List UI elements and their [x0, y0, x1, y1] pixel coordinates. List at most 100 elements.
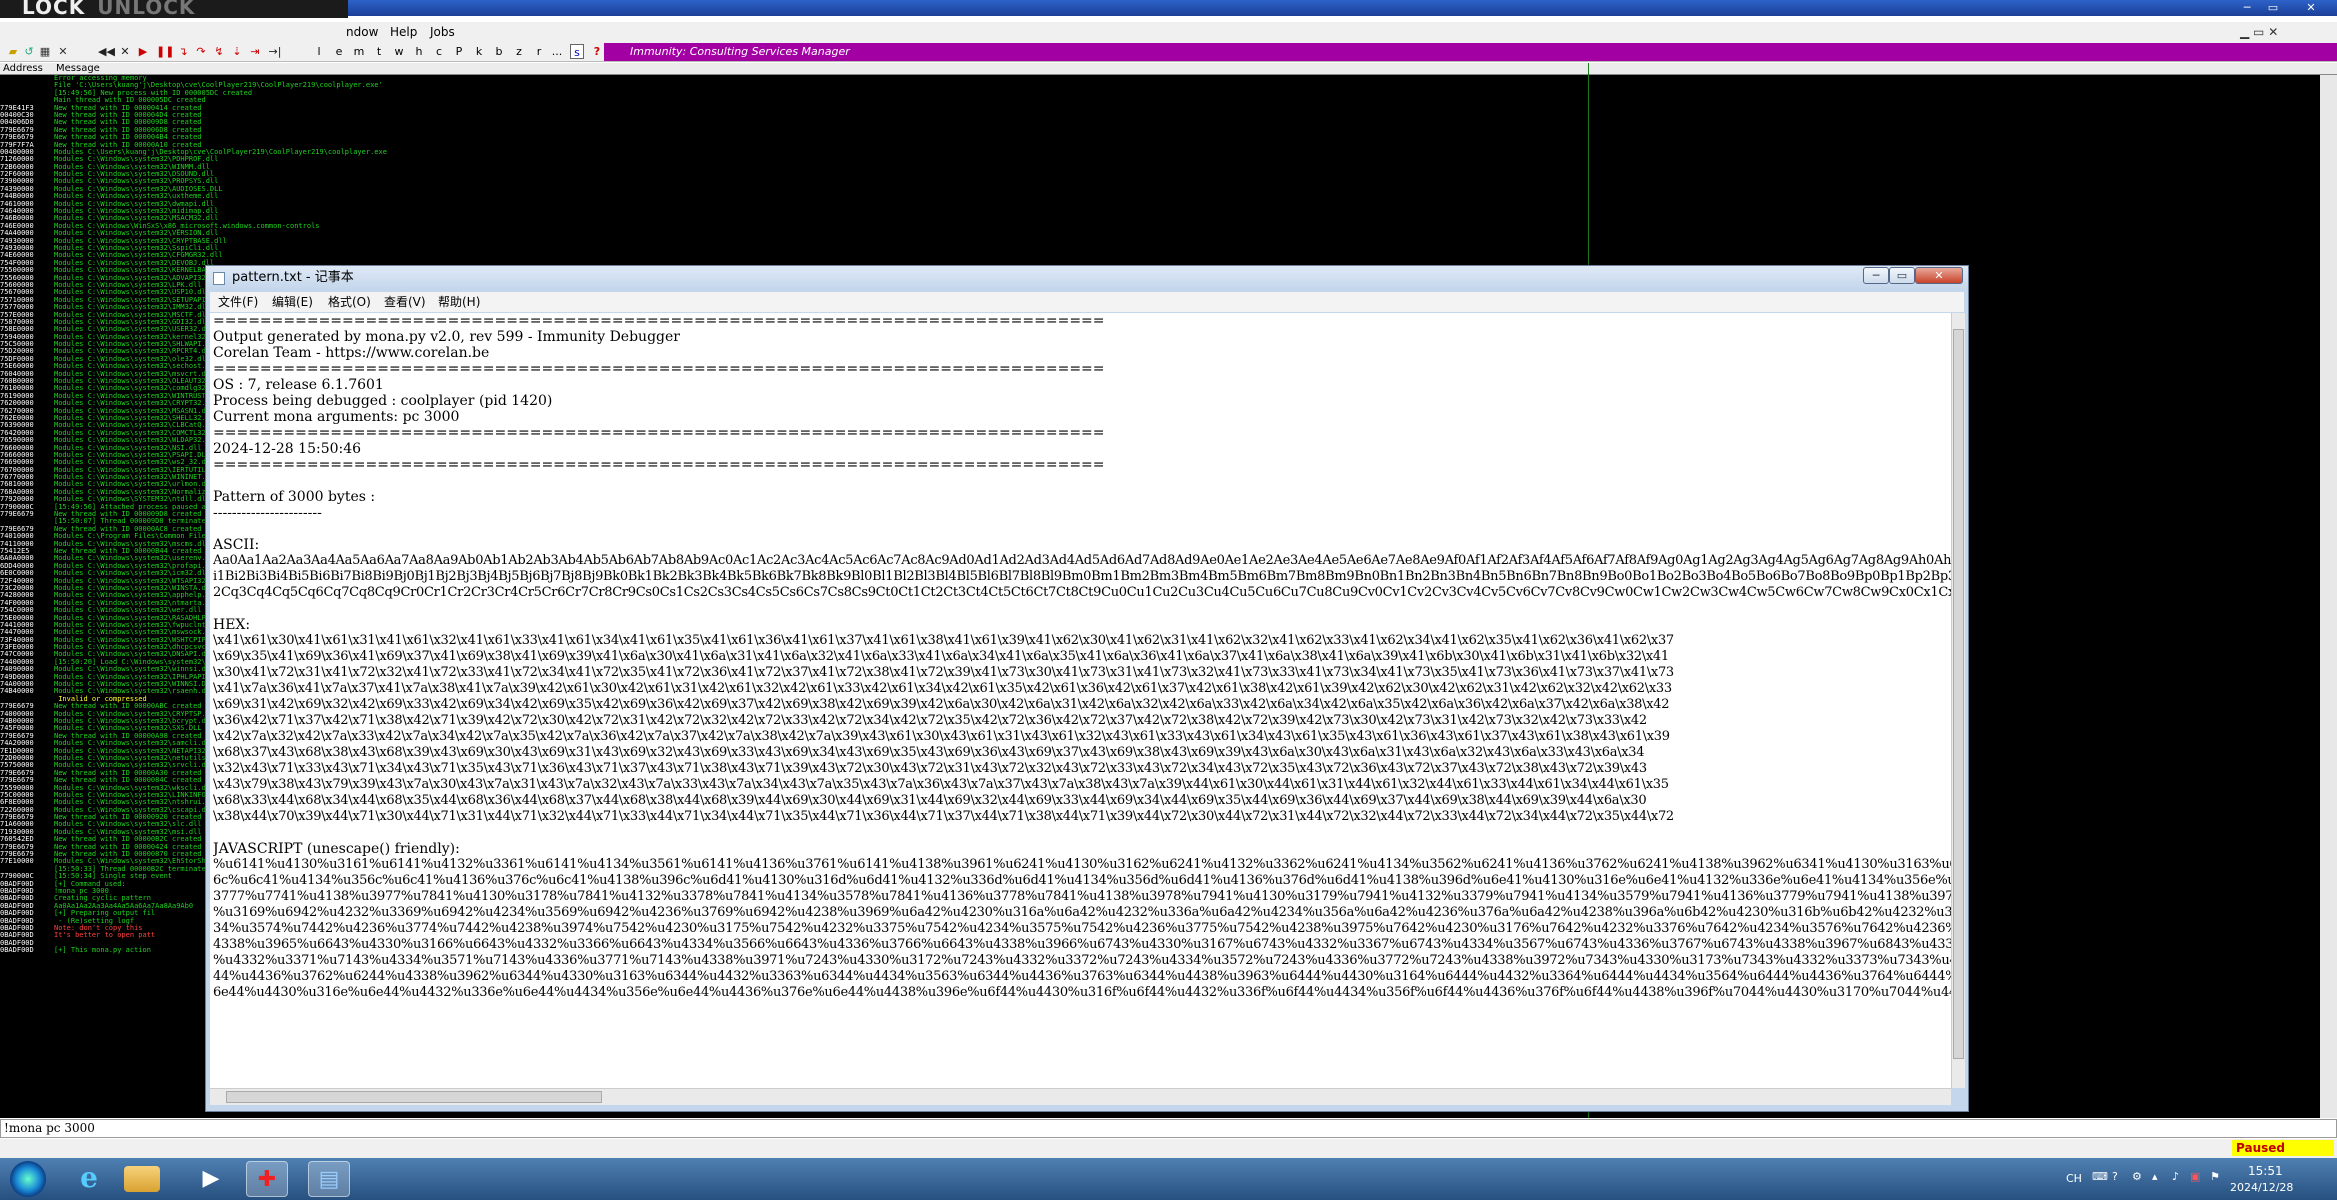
goto-icon[interactable]: →| — [268, 44, 282, 59]
help-icon[interactable]: ? — [2112, 1170, 2118, 1183]
log-row[interactable]: 74610000 Modules C:\Windows\system32\dwma… — [0, 200, 2320, 208]
log-row[interactable]: 74390000 Modules C:\Windows\system32\AUDI… — [0, 185, 2320, 193]
tb-letter-z[interactable]: z — [512, 44, 526, 59]
log-row[interactable]: 72B60000 Modules C:\Windows\system32\WINM… — [0, 163, 2320, 171]
notepad-title: pattern.txt - 记事本 — [232, 270, 354, 285]
log-row[interactable]: 71260000 Modules C:\Windows\system32\PDHP… — [0, 155, 2320, 163]
tb-letter-t[interactable]: t — [372, 44, 386, 59]
notepad-menu-bar: 文件(F) 编辑(E) 格式(O) 查看(V) 帮助(H) — [210, 292, 1964, 312]
log-row[interactable]: 72F60000 Modules C:\Windows\system32\DSOU… — [0, 170, 2320, 178]
notepad-menu-format[interactable]: 格式(O) — [328, 292, 371, 312]
open-icon[interactable]: ▰ — [6, 44, 20, 59]
show-hidden-icon[interactable]: ▴ — [2152, 1170, 2158, 1183]
notepad-text-area[interactable]: ========================================… — [210, 313, 1951, 1088]
notepad-maximize-button[interactable]: ▭ — [1889, 267, 1915, 284]
step-over-icon[interactable]: ↷ — [194, 44, 208, 59]
network-icon[interactable]: ▣ — [2190, 1170, 2200, 1183]
action-center-icon[interactable]: ⚑ — [2210, 1170, 2220, 1183]
log-row[interactable]: 00400C30 New thread with ID 000004D4 crea… — [0, 111, 2320, 119]
notepad-minimize-button[interactable]: ─ — [1863, 267, 1889, 284]
maximize-button[interactable]: ▭ — [2262, 1, 2284, 14]
tiles-icon[interactable]: ▦ — [38, 44, 52, 59]
debugger-taskbar-icon[interactable]: ✚ — [246, 1161, 288, 1197]
command-bar-input[interactable]: !mona pc 3000 — [0, 1119, 2337, 1138]
restart-icon[interactable]: ↺ — [22, 44, 36, 59]
tb-letter-h[interactable]: h — [412, 44, 426, 59]
log-row[interactable]: 779E41F3 New thread with ID 00000414 crea… — [0, 104, 2320, 112]
clock-date[interactable]: 2024/12/28 — [2230, 1181, 2293, 1194]
tb-letter-P[interactable]: P — [452, 44, 466, 59]
log-row[interactable]: File 'C:\Users\kuang'j\Desktop\cve\CoolP… — [0, 82, 2320, 89]
step-into-icon[interactable]: ↴ — [176, 44, 190, 59]
menu-window[interactable]: ndow — [346, 25, 378, 39]
log-row[interactable]: 74A40000 Modules C:\Windows\system32\VERS… — [0, 229, 2320, 237]
notepad-close-button[interactable]: ✕ — [1915, 267, 1963, 284]
log-row[interactable]: Main thread with ID 000005DC created — [0, 96, 2320, 104]
tb-letter-k[interactable]: k — [472, 44, 486, 59]
tb-letter-e[interactable]: e — [332, 44, 346, 59]
log-scrollbar[interactable] — [2320, 75, 2337, 1118]
log-row[interactable]: 746B0000 Modules C:\Windows\system32\MSAC… — [0, 215, 2320, 223]
log-row[interactable]: 74E60000 Modules C:\Windows\system32\CFGM… — [0, 251, 2320, 259]
log-row[interactable]: 74930000 Modules C:\Windows\system32\Sspi… — [0, 244, 2320, 252]
log-row[interactable]: [15:49:56] New process with ID 000005DC … — [0, 89, 2320, 97]
tb-letter-s[interactable]: s — [570, 44, 584, 59]
trace-over-icon[interactable]: ⇣ — [230, 44, 244, 59]
log-row[interactable]: 779E6679 New thread with ID 000004B4 crea… — [0, 133, 2320, 141]
explorer-icon[interactable] — [124, 1166, 160, 1192]
keyboard-icon[interactable]: ⌨ — [2092, 1170, 2108, 1183]
tb-letter-l[interactable]: l — [312, 44, 326, 59]
notepad-menu-help[interactable]: 帮助(H) — [438, 292, 480, 312]
menu-jobs[interactable]: Jobs — [430, 25, 455, 39]
text-line: \x36\x42\x71\x37\x42\x71\x38\x42\x71\x39… — [213, 713, 1647, 728]
text-line: 44%u4436%u3762%u6244%u4338%u3962%u6344%u… — [213, 969, 1951, 984]
scrollbar-thumb[interactable] — [226, 1091, 602, 1103]
log-row[interactable]: 779E6679 New thread with ID 000006D8 crea… — [0, 126, 2320, 134]
log-row[interactable]: 74930000 Modules C:\Windows\system32\CRYP… — [0, 237, 2320, 245]
tb-letter-c[interactable]: c — [432, 44, 446, 59]
log-row[interactable]: 74640000 Modules C:\Windows\system32\midi… — [0, 207, 2320, 215]
text-line: 4338%u3965%u6643%u4330%u3166%u6643%u4332… — [213, 937, 1951, 952]
log-row[interactable]: 746E0000 Modules C:\Windows\WinSxS\x86_mi… — [0, 222, 2320, 230]
close-process-icon[interactable]: ✕ — [56, 44, 70, 59]
log-row[interactable]: 73900000 Modules C:\Windows\system32\PROP… — [0, 178, 2320, 186]
tb-letter-dots[interactable]: ... — [550, 44, 564, 59]
log-row[interactable]: 744B0000 Modules C:\Windows\system32\uxth… — [0, 192, 2320, 200]
execute-till-return-icon[interactable]: ⇥ — [248, 44, 262, 59]
notepad-menu-file[interactable]: 文件(F) — [218, 292, 258, 312]
notepad-title-bar[interactable]: pattern.txt - 记事本 ─ ▭ ✕ — [206, 266, 1968, 290]
log-row[interactable]: 004006D0 New thread with ID 000009D8 crea… — [0, 118, 2320, 126]
run-icon[interactable]: ▶ — [136, 44, 150, 59]
notepad-menu-view[interactable]: 查看(V) — [384, 292, 426, 312]
tb-letter-r[interactable]: r — [532, 44, 546, 59]
menu-help[interactable]: Help — [390, 25, 417, 39]
message-column-header[interactable]: Message — [56, 63, 100, 74]
clock-time[interactable]: 15:51 — [2248, 1164, 2283, 1178]
log-row[interactable]: 00400000 Modules C:\Users\kuang'j\Desktop… — [0, 148, 2320, 156]
notepad-taskbar-icon[interactable]: ▤ — [308, 1161, 350, 1197]
minimize-button[interactable]: ─ — [2236, 1, 2258, 14]
start-button[interactable] — [10, 1161, 46, 1197]
rewind-icon[interactable]: ◀◀ — [98, 44, 115, 59]
volume-icon[interactable]: ♪ — [2172, 1170, 2179, 1183]
help-icon[interactable]: ? — [590, 44, 604, 59]
address-column-header[interactable]: Address — [3, 63, 43, 74]
notepad-horizontal-scrollbar[interactable] — [210, 1088, 1951, 1105]
tb-letter-m[interactable]: m — [352, 44, 366, 59]
notepad-menu-edit[interactable]: 编辑(E) — [272, 292, 313, 312]
trace-into-icon[interactable]: ↯ — [212, 44, 226, 59]
text-line: 6c%u6c41%u4134%u356c%u6c41%u4136%u376c%u… — [213, 873, 1951, 888]
notepad-vertical-scrollbar[interactable] — [1951, 313, 1965, 1088]
language-indicator[interactable]: CH — [2066, 1172, 2082, 1185]
scrollbar-thumb[interactable] — [1953, 329, 1964, 1059]
pause-icon[interactable]: ❚❚ — [156, 44, 174, 59]
ie-icon[interactable]: e — [68, 1161, 110, 1197]
stop-icon[interactable]: ✕ — [118, 44, 132, 59]
tray-settings-icon[interactable]: ⚙ — [2132, 1170, 2142, 1183]
menu-bar: ndow Help Jobs ▁ ▭ ✕ — [0, 22, 2337, 42]
close-button[interactable]: ✕ — [2300, 1, 2322, 14]
system-tray: CH ⌨ ? ⚙ ▴ ♪ ▣ ⚑ 15:51 2024/12/28 — [2060, 1158, 2337, 1200]
tb-letter-b[interactable]: b — [492, 44, 506, 59]
tb-letter-w[interactable]: w — [392, 44, 406, 59]
media-player-icon[interactable]: ▶ — [190, 1161, 232, 1197]
